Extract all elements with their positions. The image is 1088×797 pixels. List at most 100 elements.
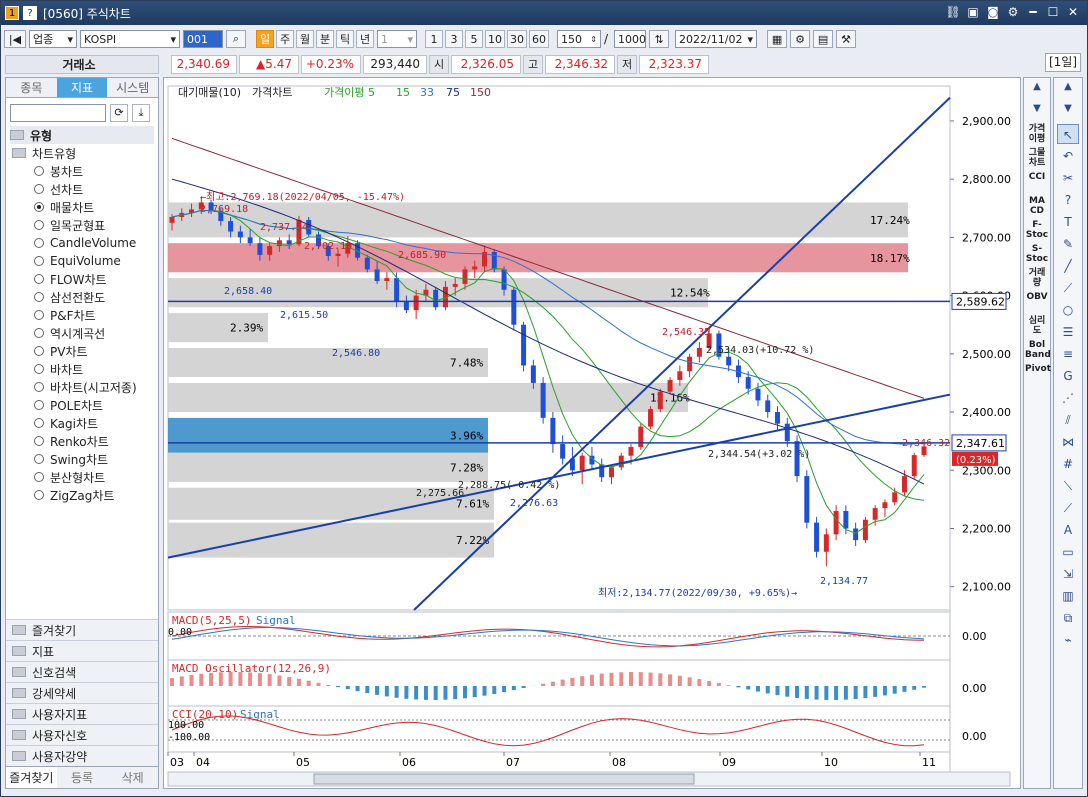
search-icon[interactable]: ⌕ bbox=[226, 30, 246, 48]
settings-icon[interactable]: ⚙ bbox=[790, 30, 811, 48]
chart-type-option[interactable]: Renko차트 bbox=[6, 432, 158, 450]
radio-button-icon[interactable] bbox=[34, 418, 44, 428]
indicator-button[interactable]: 가격 이평 bbox=[1025, 124, 1049, 146]
parallel-icon[interactable]: ⫽ bbox=[1057, 410, 1079, 430]
chart-type-icon[interactable]: ▦ bbox=[767, 30, 788, 48]
radio-button-icon[interactable] bbox=[34, 472, 44, 482]
interval-select[interactable]: 1 ▾ bbox=[377, 30, 417, 48]
radio-button-icon[interactable] bbox=[34, 256, 44, 266]
tab-stocks[interactable]: 종목 bbox=[6, 78, 57, 97]
scroll-down-icon[interactable]: ▼ bbox=[1026, 102, 1048, 122]
minimize-icon[interactable]: ━ bbox=[1025, 4, 1041, 20]
all-delete-icon[interactable]: ✂ bbox=[1057, 168, 1079, 188]
folder-item[interactable]: 지표 bbox=[6, 640, 158, 661]
count-stepper[interactable]: 150 ⇕ bbox=[557, 30, 601, 48]
swap-icon[interactable]: ⇅ bbox=[649, 30, 670, 48]
auto-trend-icon[interactable]: A bbox=[1057, 520, 1079, 540]
scroll-up-icon[interactable]: ▲ bbox=[1026, 80, 1048, 100]
radio-button-icon[interactable] bbox=[34, 364, 44, 374]
max-count-input[interactable]: 1000 bbox=[614, 30, 647, 48]
tab-system[interactable]: 시스템 bbox=[107, 78, 159, 97]
indicator-button[interactable]: CCI bbox=[1025, 172, 1049, 194]
link-icon[interactable]: ⛓ bbox=[945, 4, 961, 20]
favorites-tab[interactable]: 즐겨찾기 bbox=[6, 767, 57, 788]
scroll-up-icon[interactable]: ▲ bbox=[1057, 80, 1079, 100]
indicator-button[interactable]: OBV bbox=[1025, 292, 1049, 314]
chart-type-option[interactable]: 일목균형표 bbox=[6, 216, 158, 234]
radio-button-icon[interactable] bbox=[34, 184, 44, 194]
minute-3-button[interactable]: 3 bbox=[445, 30, 463, 48]
chart-type-option[interactable]: CandleVolume bbox=[6, 234, 158, 252]
indicator-button[interactable]: F- Stoc bbox=[1025, 220, 1049, 242]
chart-area[interactable]: 17.24% 18.17% 12.54% 2.39% 7.48% 12.16% 3.96% 7… bbox=[163, 77, 1021, 789]
pointer-icon[interactable]: ↖ bbox=[1057, 124, 1079, 144]
gear-icon[interactable]: ⚙ bbox=[1005, 4, 1021, 20]
indicator-button[interactable]: Pivot bbox=[1025, 364, 1051, 386]
scroll-down-icon[interactable]: ▼ bbox=[1057, 102, 1079, 122]
index-select[interactable]: KOSPI ▾ bbox=[80, 30, 180, 48]
radio-button-icon[interactable] bbox=[34, 238, 44, 248]
chart-type-option[interactable]: 바차트(시고저종) bbox=[6, 378, 158, 396]
folder-item[interactable]: 사용자신호 bbox=[6, 724, 158, 745]
chart-type-option[interactable]: 역시계곡선 bbox=[6, 324, 158, 342]
period-tick[interactable]: 틱 bbox=[336, 30, 354, 48]
folder-item[interactable]: 즐겨찾기 bbox=[6, 619, 158, 640]
chart-type-option[interactable]: 매물차트 bbox=[6, 198, 158, 216]
camera-icon[interactable]: ◙ bbox=[985, 4, 1001, 20]
minute-5-button[interactable]: 5 bbox=[465, 30, 483, 48]
tab-indicators[interactable]: 지표 bbox=[56, 78, 108, 97]
chart-type-option[interactable]: 봉차트 bbox=[6, 162, 158, 180]
period-year[interactable]: 년 bbox=[356, 30, 374, 48]
indicator-button[interactable]: 심리 도 bbox=[1025, 316, 1049, 338]
chart-type-option[interactable]: ZigZag차트 bbox=[6, 486, 158, 504]
radio-button-icon[interactable] bbox=[34, 220, 44, 230]
chart-type-option[interactable]: Swing차트 bbox=[6, 450, 158, 468]
indicator-button[interactable]: Bol Band bbox=[1025, 340, 1051, 362]
eraser-icon[interactable]: ✎ bbox=[1057, 234, 1079, 254]
indicator-button[interactable]: MA CD bbox=[1025, 196, 1049, 218]
chart-icon[interactable]: ▥ bbox=[1057, 586, 1079, 606]
chart-type-option[interactable]: Kagi차트 bbox=[6, 414, 158, 432]
indicator-button[interactable]: 거래 량 bbox=[1025, 268, 1049, 290]
undo-icon[interactable]: ↶ bbox=[1057, 146, 1079, 166]
radio-button-icon[interactable] bbox=[34, 400, 44, 410]
chart-type-option[interactable]: EquiVolume bbox=[6, 252, 158, 270]
back-icon[interactable]: |◀ bbox=[4, 30, 26, 48]
chart-type-option[interactable]: 선차트 bbox=[6, 180, 158, 198]
folder-item[interactable]: 사용자지표 bbox=[6, 703, 158, 724]
maximize-icon[interactable]: ☐ bbox=[1045, 4, 1061, 20]
export-icon[interactable]: ⇲ bbox=[1057, 564, 1079, 584]
line-icon[interactable]: ╱ bbox=[1057, 256, 1079, 276]
chart-type-option[interactable]: 분산형차트 bbox=[6, 468, 158, 486]
radio-button-icon[interactable] bbox=[34, 454, 44, 464]
cycle-icon[interactable]: ⋈ bbox=[1057, 432, 1079, 452]
window-icon[interactable]: ▭ bbox=[1057, 542, 1079, 562]
help-icon[interactable]: ? bbox=[1057, 190, 1079, 210]
folder-item[interactable]: 사용자강약 bbox=[6, 745, 158, 766]
tools-icon[interactable]: ⚒ bbox=[836, 30, 857, 48]
draw-icon[interactable]: ⌁ bbox=[1057, 630, 1079, 650]
period-day[interactable]: 일 bbox=[256, 30, 274, 48]
radio-button-icon[interactable] bbox=[34, 166, 44, 176]
help-icon[interactable]: ? bbox=[23, 6, 37, 20]
refresh-icon[interactable]: ⟳ bbox=[110, 104, 128, 122]
period-week[interactable]: 주 bbox=[276, 30, 294, 48]
radio-button-icon[interactable] bbox=[34, 292, 44, 302]
radio-button-icon[interactable] bbox=[34, 202, 44, 212]
folder-item[interactable]: 강세약세 bbox=[6, 682, 158, 703]
radio-button-icon[interactable] bbox=[34, 328, 44, 338]
chart-type-option[interactable]: POLE차트 bbox=[6, 396, 158, 414]
radio-button-icon[interactable] bbox=[34, 382, 44, 392]
channel-icon[interactable]: ≡ bbox=[1057, 344, 1079, 364]
radio-button-icon[interactable] bbox=[34, 490, 44, 500]
indicator-button[interactable]: 그물 차트 bbox=[1025, 148, 1049, 170]
delete-button[interactable]: 삭제 bbox=[107, 767, 159, 788]
chart-type-option[interactable]: 삼선전환도 bbox=[6, 288, 158, 306]
minute-60-button[interactable]: 60 bbox=[529, 30, 549, 48]
radio-button-icon[interactable] bbox=[34, 274, 44, 284]
period-minute[interactable]: 분 bbox=[316, 30, 334, 48]
minute-30-button[interactable]: 30 bbox=[507, 30, 527, 48]
close-icon[interactable]: ✕ bbox=[1065, 4, 1081, 20]
fan-icon[interactable]: ⋰ bbox=[1057, 388, 1079, 408]
date-select[interactable]: 2022/11/02 ▾ bbox=[675, 30, 758, 48]
